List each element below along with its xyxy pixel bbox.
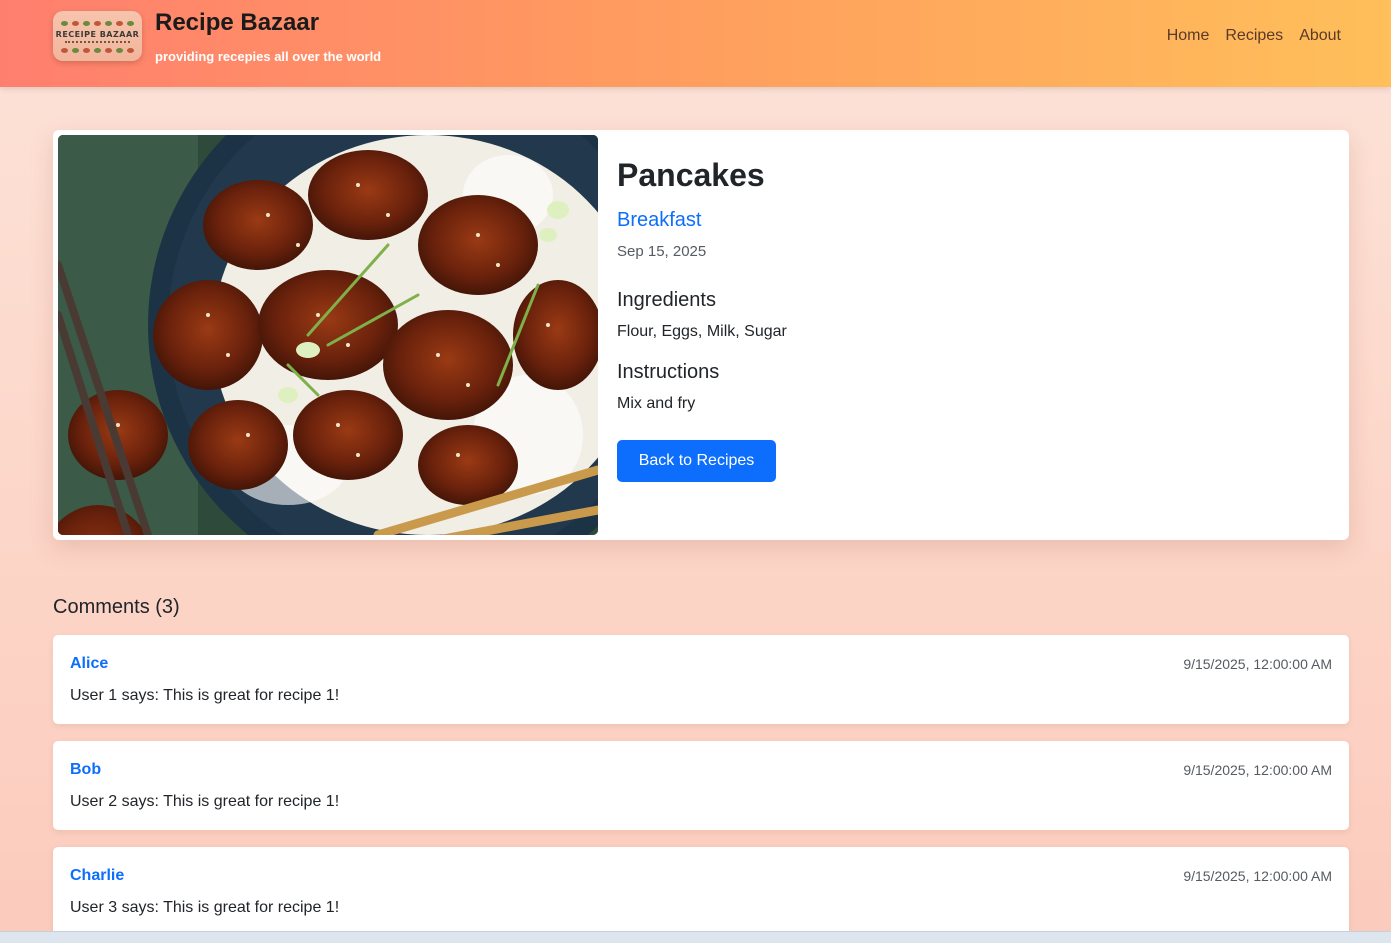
comment-text: User 1 says: This is great for recipe 1! [70, 687, 340, 704]
nav-link-recipes[interactable]: Recipes [1225, 27, 1283, 45]
instructions-text: Mix and fry [617, 395, 696, 412]
instructions-heading: Instructions [617, 361, 720, 383]
logo-decoration [61, 19, 134, 27]
logo-text: RECEIPE BAZAAR [55, 30, 140, 39]
comment-author: Alice [70, 655, 109, 672]
nav-link-home[interactable]: Home [1167, 27, 1210, 45]
logo[interactable]: RECEIPE BAZAAR [53, 11, 142, 61]
recipe-category[interactable]: Breakfast [617, 209, 701, 232]
comment-timestamp: 9/15/2025, 12:00:00 AM [1183, 656, 1332, 672]
comment-card: Charlie 9/15/2025, 12:00:00 AM User 3 sa… [53, 847, 1349, 936]
comment-author: Charlie [70, 867, 125, 884]
brand-subtitle: providing recepies all over the world [155, 49, 382, 64]
brand-title[interactable]: Recipe Bazaar [155, 9, 319, 37]
comment-card: Bob 9/15/2025, 12:00:00 AM User 2 says: … [53, 741, 1349, 830]
recipe-image [58, 135, 598, 535]
comment-author: Bob [70, 761, 102, 778]
site-header: RECEIPE BAZAAR Recipe Bazaar providing r… [0, 0, 1391, 87]
ingredients-text: Flour, Eggs, Milk, Sugar [617, 323, 787, 340]
recipe-card: Pancakes Breakfast Sep 15, 2025 Ingredie… [53, 130, 1349, 540]
recipe-date: Sep 15, 2025 [617, 243, 707, 260]
main-nav: Home Recipes About [1167, 27, 1341, 45]
nav-link-about[interactable]: About [1299, 27, 1341, 45]
comment-timestamp: 9/15/2025, 12:00:00 AM [1183, 762, 1332, 778]
comment-card: Alice 9/15/2025, 12:00:00 AM User 1 says… [53, 635, 1349, 724]
os-taskbar [0, 931, 1391, 943]
back-to-recipes-button[interactable]: Back to Recipes [617, 440, 776, 482]
comment-text: User 2 says: This is great for recipe 1! [70, 793, 340, 810]
comment-timestamp: 9/15/2025, 12:00:00 AM [1183, 868, 1332, 884]
comments-heading: Comments (3) [53, 596, 180, 618]
comment-text: User 3 says: This is great for recipe 1! [70, 899, 340, 916]
ingredients-heading: Ingredients [617, 289, 716, 311]
recipe-title: Pancakes [617, 157, 765, 193]
